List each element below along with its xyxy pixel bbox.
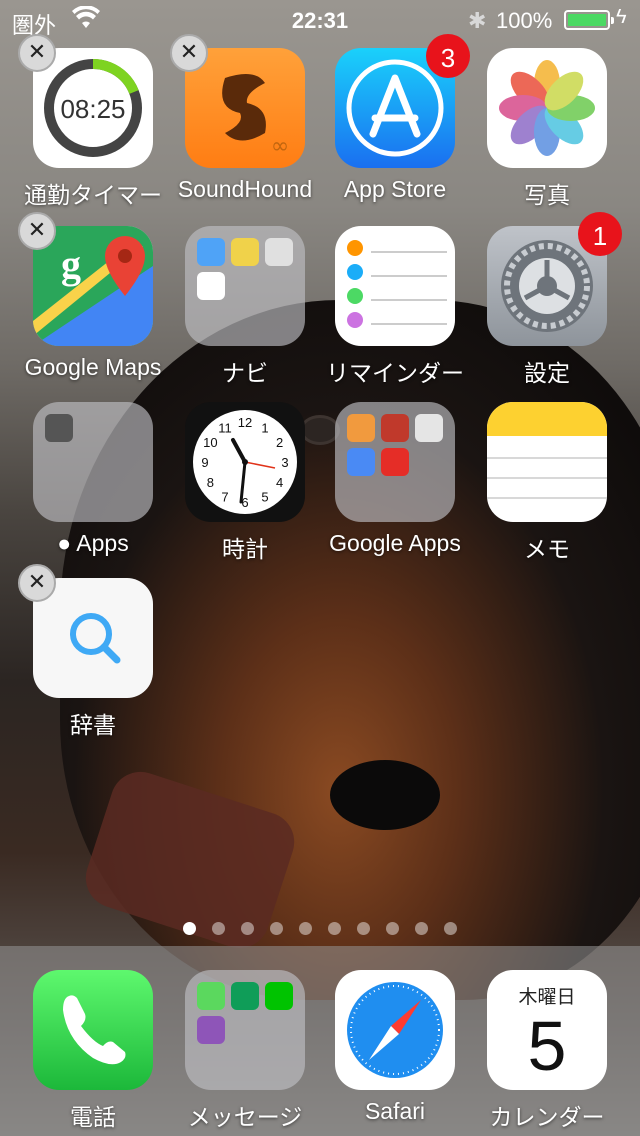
clock-number: 12: [238, 415, 252, 430]
status-bar: 圏外 22:31 ✱ 100% ϟ: [0, 0, 640, 40]
app-google-maps[interactable]: ✕ g Google Maps: [18, 212, 168, 396]
page-dot[interactable]: [415, 922, 428, 935]
svg-text:∞: ∞: [271, 134, 289, 159]
delete-app-button[interactable]: ✕: [18, 564, 56, 602]
app-clock[interactable]: 12 1 2 3 4 5 6 7 8 9 10 11 時計: [170, 402, 320, 572]
dictionary-icon: [33, 578, 153, 698]
app-label: 辞書: [70, 712, 116, 738]
battery-fill: [568, 14, 606, 26]
page-dot[interactable]: [241, 922, 254, 935]
yahoo-map-mini-icon: [197, 272, 225, 300]
dock-app-safari[interactable]: Safari: [320, 970, 470, 1136]
app-commute-timer[interactable]: ✕ 08:25 通勤タイマー: [18, 34, 168, 218]
page-dot[interactable]: [357, 922, 370, 935]
reminders-icon: [335, 226, 455, 346]
dock-folder-messages[interactable]: メッセージ: [170, 970, 320, 1136]
app-label: 設定: [524, 360, 570, 386]
delete-app-button[interactable]: ✕: [170, 34, 208, 72]
app-label: メモ: [524, 536, 570, 562]
movie-mini-icon: [381, 414, 409, 442]
clock-icon: 12 1 2 3 4 5 6 7 8 9 10 11: [185, 402, 305, 522]
charging-icon: ϟ: [616, 6, 627, 28]
navi-mini-icon: [231, 238, 259, 266]
messages-mini-icon: [197, 982, 225, 1010]
app-label: 写真: [524, 182, 570, 208]
page-dot[interactable]: [299, 922, 312, 935]
timer-text: 08:25: [60, 94, 125, 124]
page-dot[interactable]: [328, 922, 341, 935]
battery-icon: [564, 10, 614, 30]
safari-icon: [335, 970, 455, 1090]
notification-badge: 3: [426, 34, 470, 78]
soundhound-icon: ∞: [185, 48, 305, 168]
page-dot[interactable]: [444, 922, 457, 935]
maps-mini-icon: [197, 238, 225, 266]
calendar-weekday: 木曜日: [518, 987, 576, 1008]
page-dot[interactable]: [212, 922, 225, 935]
music-mini-icon: [347, 414, 375, 442]
app-photos[interactable]: 写真: [472, 48, 622, 218]
app-soundhound[interactable]: ✕ ∞ SoundHound: [170, 34, 320, 218]
line-mini-icon: [265, 982, 293, 1010]
folder-apps[interactable]: ● Apps: [18, 402, 168, 572]
delete-app-button[interactable]: ✕: [18, 212, 56, 250]
timer-icon: 08:25: [33, 48, 153, 168]
page-indicator[interactable]: [0, 920, 640, 936]
folder-icon: [185, 226, 305, 346]
app-settings[interactable]: 1 設定: [472, 212, 622, 396]
youtube-mini-icon: [381, 448, 409, 476]
google-maps-icon: g: [33, 226, 153, 346]
camera-mini-icon: [45, 414, 73, 442]
calendar-icon: 木曜日 5: [487, 970, 607, 1090]
clock-number: 8: [207, 475, 214, 490]
clock-number: 10: [203, 435, 217, 450]
phone-icon: [33, 970, 153, 1090]
clock-number: 2: [276, 435, 283, 450]
viber-mini-icon: [197, 1016, 225, 1044]
hangouts-mini-icon: [231, 982, 259, 1010]
notes-icon: [487, 402, 607, 522]
app-reminders[interactable]: リマインダー: [320, 226, 470, 396]
app-notes[interactable]: メモ: [472, 402, 622, 572]
clock-number: 7: [221, 490, 228, 505]
svg-text:g: g: [61, 242, 81, 287]
calendar-day: 5: [527, 1007, 567, 1085]
clock-number: 11: [218, 420, 232, 435]
clock-number: 9: [201, 455, 208, 470]
folder-navi[interactable]: ナビ: [170, 226, 320, 396]
folder-name: Apps: [76, 530, 129, 556]
clock-number: 1: [261, 420, 268, 435]
page-dot[interactable]: [183, 922, 196, 935]
clock-number: 5: [261, 490, 268, 505]
folder-icon: [33, 402, 153, 522]
photos-icon: [487, 48, 607, 168]
app-label: カレンダー: [489, 1104, 605, 1130]
translate-mini-icon: [347, 448, 375, 476]
bluetooth-icon: ✱: [468, 8, 487, 33]
wallpaper-dog-nose: [330, 760, 440, 830]
app-dictionary[interactable]: ✕ 辞書: [18, 564, 168, 748]
notification-badge: 1: [578, 212, 622, 256]
dock-app-calendar[interactable]: 木曜日 5 カレンダー: [472, 970, 622, 1136]
apple-logo-icon: ●: [57, 530, 72, 556]
folder-google-apps[interactable]: Google Apps: [320, 402, 470, 572]
folder-icon: [335, 402, 455, 522]
delete-app-button[interactable]: ✕: [18, 34, 56, 72]
clock-number: 4: [276, 475, 283, 490]
battery-percent: 100%: [496, 8, 553, 33]
dock-app-phone[interactable]: 電話: [18, 970, 168, 1136]
clock-number: 3: [281, 455, 288, 470]
page-dot[interactable]: [386, 922, 399, 935]
google-mini-icon: [415, 414, 443, 442]
page-dot[interactable]: [270, 922, 283, 935]
app-app-store[interactable]: 3 App Store: [320, 34, 470, 218]
folder-icon: [185, 970, 305, 1090]
google-maps-mini-icon: [265, 238, 293, 266]
